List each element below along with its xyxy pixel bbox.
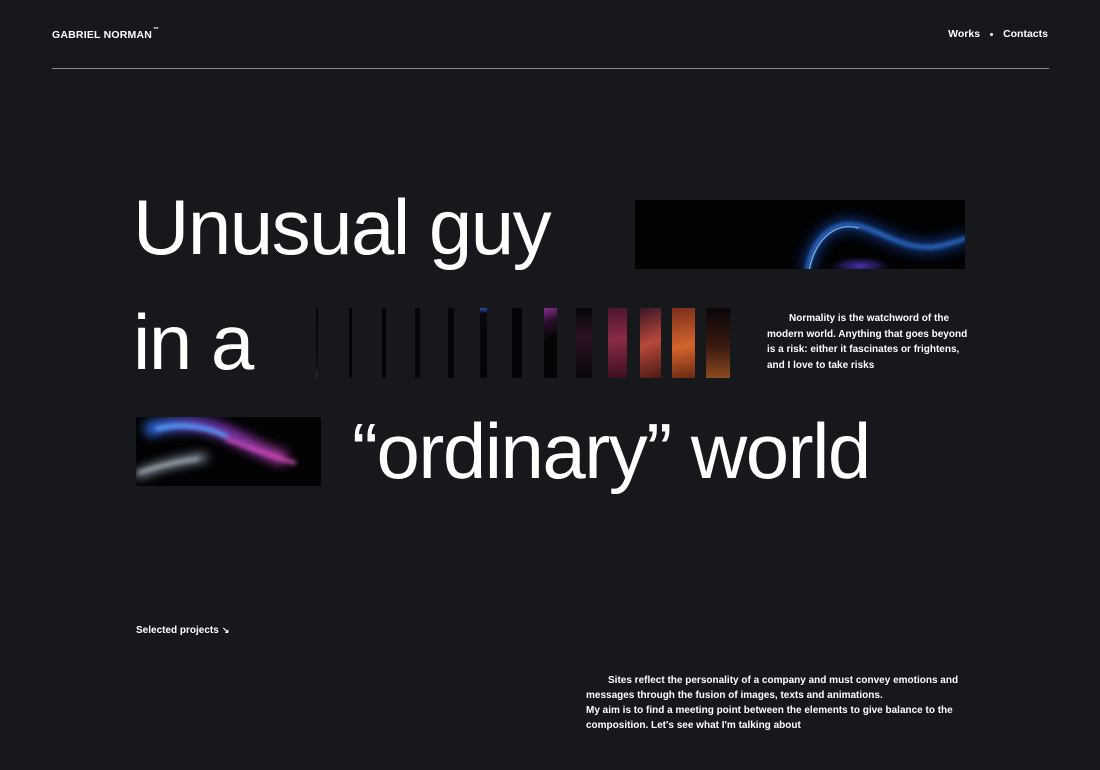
hero-line-1: Unusual guy	[133, 183, 552, 271]
media-strip	[382, 308, 386, 378]
media-strip	[349, 308, 352, 378]
about-paragraph-2: My aim is to find a meeting point betwee…	[586, 705, 953, 731]
top-nav: Works Contacts	[948, 28, 1048, 40]
header-divider	[52, 68, 1049, 69]
hero-line-3: “ordinary” world	[352, 407, 871, 495]
media-strip	[316, 308, 318, 378]
hero-line-2: in a	[133, 298, 254, 386]
media-strip	[480, 308, 487, 378]
nav-contacts-link[interactable]: Contacts	[1003, 28, 1048, 40]
hero-media-blue-wave	[635, 200, 965, 269]
media-strip	[512, 308, 522, 378]
selected-projects-link[interactable]: Selected projects ↘	[136, 625, 229, 636]
about-text: Sites reflect the personality of a compa…	[586, 673, 966, 733]
arrow-down-right-icon: ↘	[221, 625, 230, 635]
selected-projects-label: Selected projects	[136, 625, 219, 636]
page: GABRIEL NORMAN™ Works Contacts Unusual g…	[0, 0, 1100, 770]
hero-media-magenta-swirl	[136, 417, 321, 486]
media-strip	[448, 308, 454, 378]
nav-separator-dot	[990, 32, 994, 36]
media-strip	[415, 308, 420, 378]
intro-text: Normality is the watchword of the modern…	[767, 313, 968, 371]
blue-wave-graphic	[802, 220, 965, 269]
media-strip	[640, 308, 661, 378]
about-paragraph-1: Sites reflect the personality of a compa…	[586, 675, 959, 701]
media-strip	[608, 308, 627, 378]
brand-logo[interactable]: GABRIEL NORMAN™	[52, 27, 160, 41]
magenta-swirl-graphic	[136, 417, 297, 478]
media-strip	[706, 308, 730, 378]
media-strip	[576, 308, 592, 378]
hero-media-strips	[316, 308, 732, 378]
trademark-mark: ™	[153, 27, 160, 33]
media-strip	[544, 308, 557, 378]
brand-name: GABRIEL NORMAN	[52, 29, 153, 41]
media-strip	[672, 308, 695, 378]
nav-works-link[interactable]: Works	[948, 28, 980, 40]
